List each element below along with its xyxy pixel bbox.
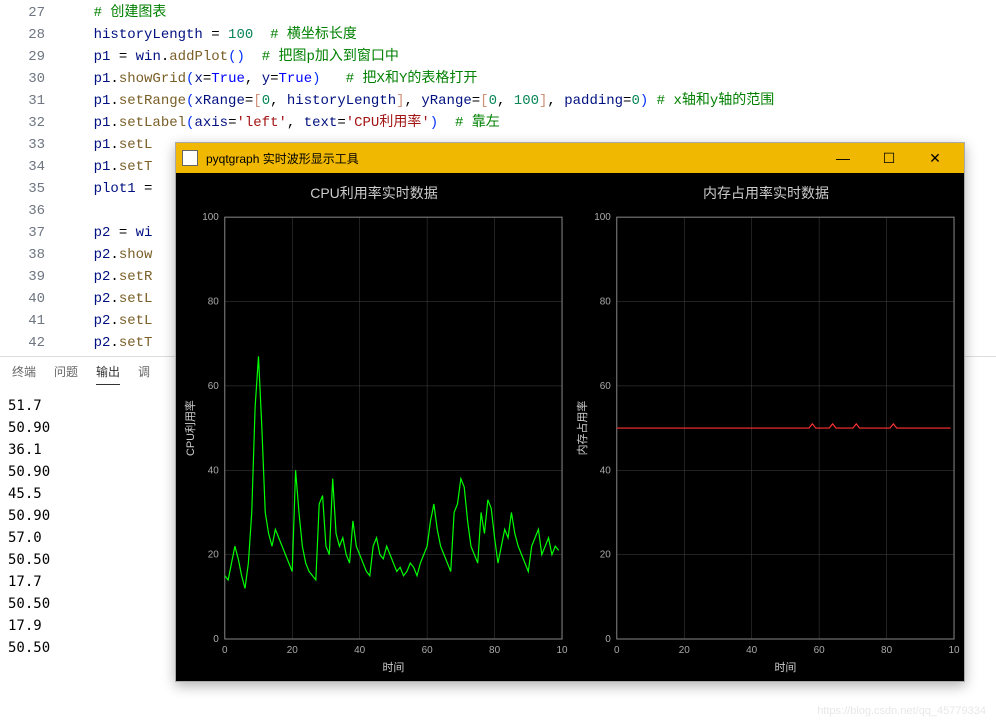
code-line[interactable]: # 创建图表: [60, 2, 996, 24]
svg-text:0: 0: [213, 634, 219, 645]
tab-terminal[interactable]: 终端: [12, 363, 36, 385]
window-titlebar[interactable]: pyqtgraph 实时波形显示工具 — ☐ ✕: [176, 143, 964, 173]
svg-text:20: 20: [208, 550, 220, 561]
line-number: 27: [0, 2, 45, 24]
line-number: 41: [0, 310, 45, 332]
line-number: 32: [0, 112, 45, 134]
code-line[interactable]: p1.setLabel(axis='left', text='CPU利用率') …: [60, 112, 996, 134]
line-number: 29: [0, 46, 45, 68]
svg-text:20: 20: [679, 645, 691, 656]
line-number: 33: [0, 134, 45, 156]
line-gutter: 27282930313233343536373839404142: [0, 0, 60, 356]
svg-text:20: 20: [287, 645, 299, 656]
line-number: 28: [0, 24, 45, 46]
mem-plot-title: 内存占用率实时数据: [572, 177, 960, 209]
line-number: 30: [0, 68, 45, 90]
svg-text:100: 100: [202, 212, 219, 223]
svg-text:0: 0: [222, 645, 228, 656]
line-number: 39: [0, 266, 45, 288]
svg-text:80: 80: [489, 645, 501, 656]
svg-text:60: 60: [208, 381, 220, 392]
mem-plot-chart[interactable]: 02040608010020406080100内存占用率时间: [572, 209, 960, 681]
svg-text:0: 0: [605, 634, 611, 645]
code-line[interactable]: p1 = win.addPlot() # 把图p加入到窗口中: [60, 46, 996, 68]
code-line[interactable]: p1.showGrid(x=True, y=True) # 把X和Y的表格打开: [60, 68, 996, 90]
code-line[interactable]: historyLength = 100 # 横坐标长度: [60, 24, 996, 46]
svg-text:100: 100: [594, 212, 611, 223]
svg-text:60: 60: [422, 645, 434, 656]
line-number: 37: [0, 222, 45, 244]
cpu-plot-panel[interactable]: CPU利用率实时数据 02040608010020406080100CPU利用率…: [180, 177, 568, 677]
plot-container: CPU利用率实时数据 02040608010020406080100CPU利用率…: [176, 173, 964, 681]
tab-problems[interactable]: 问题: [54, 363, 78, 385]
svg-text:时间: 时间: [382, 661, 404, 674]
pyqtgraph-window[interactable]: pyqtgraph 实时波形显示工具 — ☐ ✕ CPU利用率实时数据 0 20 4…: [175, 142, 965, 682]
svg-text:时间: 时间: [774, 661, 796, 674]
svg-text:CPU利用率: CPU利用率: [183, 400, 197, 456]
cpu-plot-title: CPU利用率实时数据: [180, 177, 568, 209]
mem-plot-panel[interactable]: 内存占用率实时数据 02040608010020406080100内存占用率时间: [572, 177, 960, 677]
svg-text:80: 80: [881, 645, 893, 656]
watermark: https://blog.csdn.net/qq_45779334: [817, 705, 986, 717]
svg-text:20: 20: [600, 550, 612, 561]
line-number: 36: [0, 200, 45, 222]
window-title: pyqtgraph 实时波形显示工具: [206, 150, 820, 167]
svg-text:60: 60: [600, 381, 612, 392]
line-number: 38: [0, 244, 45, 266]
maximize-button[interactable]: ☐: [866, 143, 912, 173]
svg-text:80: 80: [600, 297, 612, 308]
svg-text:40: 40: [746, 645, 758, 656]
svg-text:40: 40: [600, 465, 612, 476]
tab-debug[interactable]: 调: [138, 363, 150, 385]
tab-output[interactable]: 输出: [96, 363, 120, 385]
cpu-plot-chart[interactable]: 02040608010020406080100CPU利用率时间: [180, 209, 568, 681]
svg-text:60: 60: [814, 645, 826, 656]
minimize-button[interactable]: —: [820, 143, 866, 173]
line-number: 35: [0, 178, 45, 200]
svg-text:10: 10: [556, 645, 568, 656]
close-button[interactable]: ✕: [912, 143, 958, 173]
svg-text:40: 40: [208, 465, 220, 476]
line-number: 31: [0, 90, 45, 112]
window-icon: [182, 150, 198, 166]
line-number: 40: [0, 288, 45, 310]
svg-text:80: 80: [208, 297, 220, 308]
code-line[interactable]: p1.setRange(xRange=[0, historyLength], y…: [60, 90, 996, 112]
svg-text:内存占用率: 内存占用率: [575, 401, 589, 456]
svg-text:10: 10: [948, 645, 960, 656]
svg-text:0: 0: [614, 645, 620, 656]
line-number: 42: [0, 332, 45, 354]
svg-text:40: 40: [354, 645, 366, 656]
line-number: 34: [0, 156, 45, 178]
